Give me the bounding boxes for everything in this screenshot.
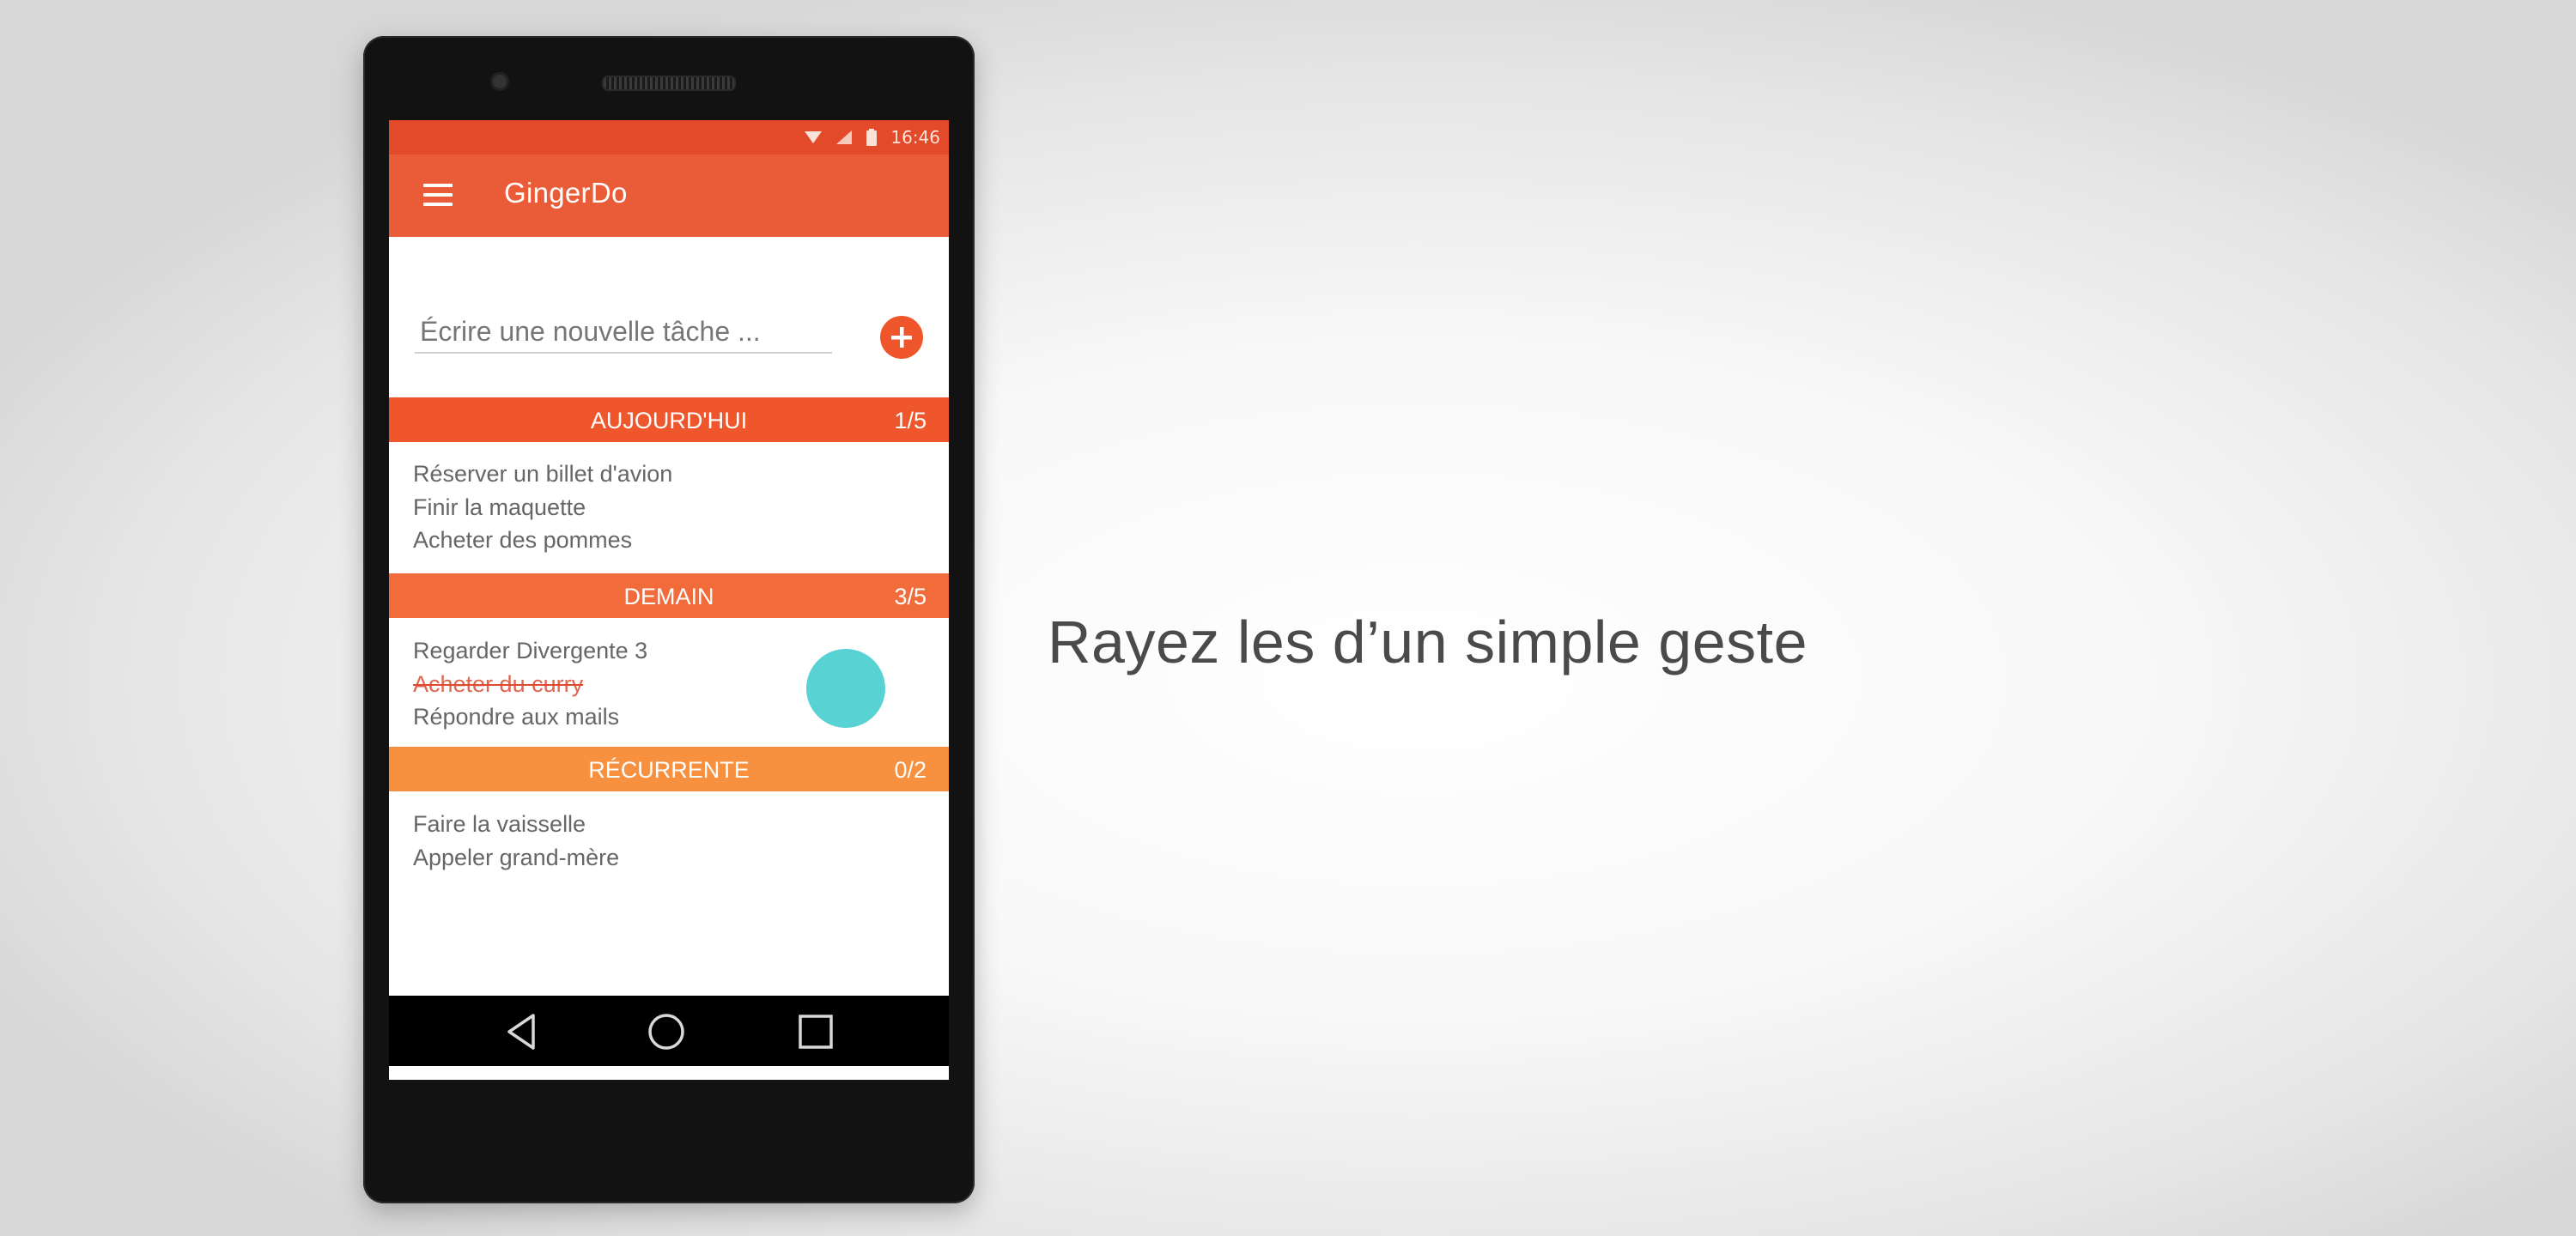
app-title: GingerDo <box>504 177 628 209</box>
status-time: 16:46 <box>890 127 940 148</box>
section-count: 1/5 <box>894 408 927 433</box>
task-item-completed[interactable]: Acheter du curry <box>413 668 647 701</box>
home-icon[interactable] <box>647 1012 686 1051</box>
task-item[interactable]: Acheter des pommes <box>413 524 672 557</box>
navigation-bar <box>389 996 949 1066</box>
task-list-tomorrow: Regarder Divergente 3 Acheter du curry R… <box>413 634 647 734</box>
task-item[interactable]: Finir la maquette <box>413 491 672 524</box>
task-list-today: Réserver un billet d'avion Finir la maqu… <box>413 457 672 557</box>
hamburger-menu-icon[interactable] <box>423 184 454 206</box>
new-task-input[interactable] <box>415 311 832 354</box>
section-title: RÉCURRENTE <box>588 757 750 783</box>
section-header-today[interactable]: AUJOURD'HUI 1/5 <box>389 397 949 442</box>
front-camera <box>490 72 509 91</box>
add-task-button[interactable] <box>880 316 923 359</box>
wifi-icon <box>805 130 823 145</box>
touch-indicator <box>806 649 885 728</box>
phone-screen: 16:46 GingerDo AUJOURD'HUI 1/5 Réserver … <box>389 120 949 1080</box>
task-item[interactable]: Réserver un billet d'avion <box>413 457 672 491</box>
section-title: DEMAIN <box>623 584 714 609</box>
battery-icon <box>866 129 878 146</box>
recents-icon[interactable] <box>796 1012 835 1051</box>
section-title: AUJOURD'HUI <box>590 408 748 433</box>
task-item[interactable]: Faire la vaisselle <box>413 808 619 841</box>
task-item[interactable]: Appeler grand-mère <box>413 841 619 875</box>
section-header-recurring[interactable]: RÉCURRENTE 0/2 <box>389 747 949 791</box>
section-header-tomorrow[interactable]: DEMAIN 3/5 <box>389 573 949 618</box>
task-item[interactable]: Répondre aux mails <box>413 700 647 734</box>
phone-device: 16:46 GingerDo AUJOURD'HUI 1/5 Réserver … <box>363 36 975 1203</box>
plus-circle-icon <box>891 327 912 348</box>
signal-icon <box>835 130 853 145</box>
back-icon[interactable] <box>502 1012 542 1051</box>
task-list-recurring: Faire la vaisselle Appeler grand-mère <box>413 808 619 874</box>
promo-caption: Rayez les d’un simple geste <box>1048 609 1808 676</box>
earpiece-speaker <box>602 76 736 91</box>
task-item[interactable]: Regarder Divergente 3 <box>413 634 647 668</box>
section-count: 3/5 <box>894 584 927 609</box>
app-toolbar: GingerDo <box>389 154 949 237</box>
status-bar: 16:46 <box>389 120 949 154</box>
section-count: 0/2 <box>894 757 927 783</box>
